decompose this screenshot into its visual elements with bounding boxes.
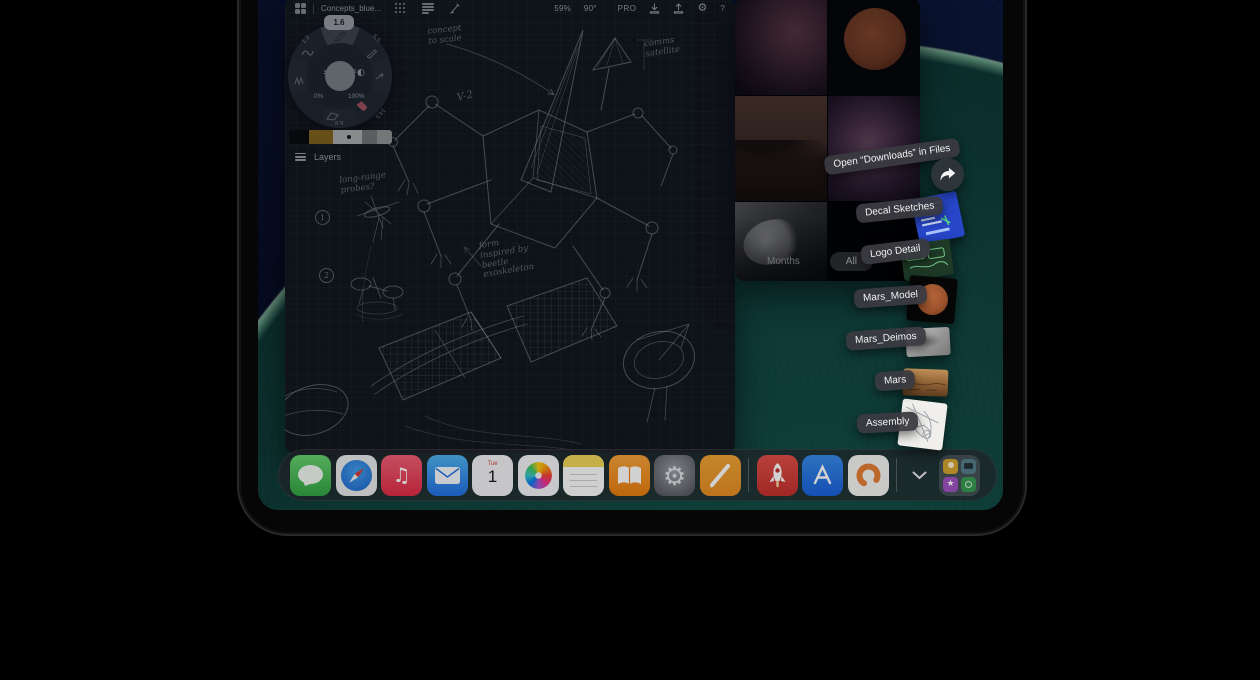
- concepts-c-icon: [848, 455, 889, 496]
- notes-line: [570, 480, 597, 482]
- star-mini-icon: ★: [943, 477, 958, 492]
- messages-app-icon[interactable]: [290, 455, 331, 496]
- calendar-app-icon[interactable]: Tue 1: [472, 455, 513, 496]
- books-app-icon[interactable]: [609, 455, 650, 496]
- dock-collapse-button[interactable]: [905, 455, 935, 496]
- photos-app-icon[interactable]: [518, 455, 559, 496]
- ipad-device: concept to scale comms satellite V-2 lon…: [237, 0, 1027, 536]
- tips-mini-icon: [943, 459, 958, 474]
- calendar-day: 1: [472, 468, 513, 485]
- updates-mini-icon: [961, 477, 976, 492]
- dock: ♫ Tue 1 ⚙: [278, 449, 997, 501]
- safari-app-icon[interactable]: [336, 455, 377, 496]
- gear-icon: ⚙: [654, 455, 695, 496]
- rocket-app-icon[interactable]: [757, 455, 798, 496]
- camera-mini-icon: [961, 459, 976, 474]
- photos-flower-icon: [525, 462, 552, 489]
- open-book-icon: [609, 455, 650, 496]
- forward-arrow-icon: [939, 167, 956, 182]
- chevron-down-icon: [912, 471, 927, 480]
- app-store-app-icon[interactable]: [802, 455, 843, 496]
- settings-app-icon[interactable]: ⚙: [654, 455, 695, 496]
- music-app-icon[interactable]: ♫: [381, 455, 422, 496]
- app-store-a-icon: [802, 455, 843, 496]
- notes-header-strip: [563, 455, 604, 467]
- notes-line: [570, 486, 597, 488]
- share-forward-button[interactable]: [931, 158, 964, 191]
- sketch-pen-app-icon[interactable]: [700, 455, 741, 496]
- drag-label-assembly[interactable]: Assembly: [857, 411, 919, 433]
- ipad-screen: concept to scale comms satellite V-2 lon…: [258, 0, 1003, 510]
- mail-app-icon[interactable]: [427, 455, 468, 496]
- app-library-icon[interactable]: ★: [939, 455, 980, 496]
- dock-divider: [748, 458, 749, 492]
- concepts-app-icon[interactable]: [848, 455, 889, 496]
- pen-icon: [700, 455, 741, 496]
- calendar-weekday: Tue: [472, 461, 513, 467]
- rocket-icon: [757, 455, 798, 496]
- notes-app-icon[interactable]: [563, 455, 604, 496]
- envelope-icon: [427, 455, 468, 496]
- notes-line: [570, 474, 597, 476]
- drag-label-mars[interactable]: Mars: [874, 370, 915, 392]
- dock-divider: [896, 458, 897, 492]
